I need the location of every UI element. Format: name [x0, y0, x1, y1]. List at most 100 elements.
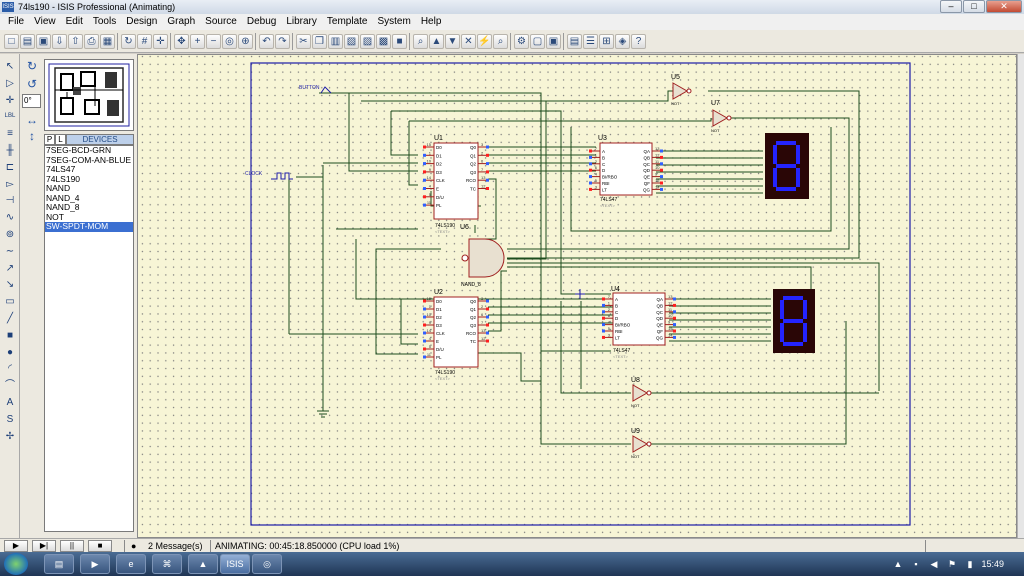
rotation-angle-field[interactable]: 0° — [22, 94, 41, 108]
goto-sheet-icon[interactable]: ▤ — [567, 34, 582, 49]
rotate-ccw-icon[interactable]: ↺ — [23, 76, 41, 92]
tray-volume-icon[interactable]: ◀ — [928, 558, 940, 570]
tray-power-icon[interactable]: ▮ — [964, 558, 976, 570]
refresh-icon[interactable]: ↻ — [121, 34, 136, 49]
redo-icon[interactable]: ↷ — [275, 34, 290, 49]
make-device-icon[interactable]: ▲ — [429, 34, 444, 49]
path-icon[interactable]: ⌒ — [2, 379, 18, 392]
pick-devices-tab[interactable]: P — [44, 134, 55, 145]
menu-edit[interactable]: Edit — [61, 14, 88, 30]
tray-flag-icon[interactable]: ⚑ — [946, 558, 958, 570]
import-icon[interactable]: ⇩ — [52, 34, 67, 49]
new-file-icon[interactable]: □ — [4, 34, 19, 49]
library-manager-tab[interactable]: L — [55, 134, 66, 145]
menu-system[interactable]: System — [372, 14, 415, 30]
circle-icon[interactable]: ● — [2, 346, 18, 359]
device-item-selected[interactable]: SW-SPDT-MOM — [45, 221, 133, 232]
arc-icon[interactable]: ◜ — [2, 362, 18, 375]
schematic-canvas[interactable]: BUTTON CLOCK U1 74LS190 <TEXT> D0 15 D1 1 D2… — [137, 54, 1017, 538]
stop-button[interactable]: ■ — [88, 540, 112, 552]
step-button[interactable]: ▶| — [32, 540, 56, 552]
grid-icon[interactable]: # — [137, 34, 152, 49]
wire-label-icon[interactable]: LBL — [2, 110, 18, 123]
undo-icon[interactable]: ↶ — [259, 34, 274, 49]
tape-recorder-icon[interactable]: ⊚ — [2, 228, 18, 241]
virtual-instrument-icon[interactable]: ▭ — [2, 295, 18, 308]
design-explorer-icon[interactable]: ◈ — [615, 34, 630, 49]
block-copy-icon[interactable]: ▧ — [344, 34, 359, 49]
menu-library[interactable]: Library — [281, 14, 322, 30]
text-script-icon[interactable]: ≡ — [2, 127, 18, 140]
folder-icon[interactable]: ▤ — [44, 554, 74, 574]
isis-taskbar-button[interactable]: ISIS — [220, 554, 250, 574]
menu-file[interactable]: File — [3, 14, 29, 30]
mirror-y-icon[interactable]: ↕ — [23, 128, 41, 144]
pause-button[interactable]: || — [60, 540, 84, 552]
network-icon[interactable]: ⌘ — [152, 554, 182, 574]
text-icon[interactable]: A — [2, 396, 18, 409]
line-icon[interactable]: ╱ — [2, 312, 18, 325]
canvas-scrollbar[interactable] — [1017, 54, 1024, 538]
block-delete-icon[interactable]: ■ — [392, 34, 407, 49]
selection-icon[interactable]: ↖ — [2, 60, 18, 73]
help-icon[interactable]: ? — [631, 34, 646, 49]
overview-window[interactable] — [44, 59, 134, 131]
menu-tools[interactable]: Tools — [88, 14, 121, 30]
netlist-icon[interactable]: ⊞ — [599, 34, 614, 49]
media-player-icon[interactable]: ▶ — [80, 554, 110, 574]
device-pin-icon[interactable]: ⊣ — [2, 194, 18, 207]
remove-sheet-icon[interactable]: ▣ — [546, 34, 561, 49]
pan-icon[interactable]: ✥ — [174, 34, 189, 49]
block-rotate-icon[interactable]: ▩ — [376, 34, 391, 49]
junction-icon[interactable]: ✛ — [2, 94, 18, 107]
menu-help[interactable]: Help — [416, 14, 447, 30]
play-button[interactable]: ▶ — [4, 540, 28, 552]
menu-debug[interactable]: Debug — [242, 14, 281, 30]
tray-network-icon[interactable]: ▪ — [910, 558, 922, 570]
menu-graph[interactable]: Graph — [162, 14, 200, 30]
open-folder-icon[interactable]: ▤ — [20, 34, 35, 49]
rotate-cw-icon[interactable]: ↻ — [23, 58, 41, 74]
terminal-icon[interactable]: ▻ — [2, 178, 18, 191]
seven-segment-display-lower[interactable] — [773, 289, 815, 353]
zoom-all-icon[interactable]: ◎ — [222, 34, 237, 49]
zoom-area-icon[interactable]: ⊕ — [238, 34, 253, 49]
close-button[interactable]: ✕ — [986, 0, 1022, 13]
paste-icon[interactable]: ▥ — [328, 34, 343, 49]
ie-icon[interactable]: e — [116, 554, 146, 574]
seven-segment-display-upper[interactable] — [765, 133, 809, 199]
taskbar-clock[interactable]: 15:49 — [981, 552, 1004, 576]
save-icon[interactable]: ▣ — [36, 34, 51, 49]
menu-source[interactable]: Source — [200, 14, 242, 30]
menu-design[interactable]: Design — [121, 14, 162, 30]
block-move-icon[interactable]: ▨ — [360, 34, 375, 49]
proteus-icon[interactable]: ◎ — [252, 554, 282, 574]
pick-device-icon[interactable]: ⌕ — [413, 34, 428, 49]
maximize-button[interactable]: □ — [963, 0, 985, 13]
menu-template[interactable]: Template — [322, 14, 373, 30]
minimize-button[interactable]: – — [940, 0, 962, 13]
message-count[interactable]: 2 Message(s) — [148, 539, 203, 553]
new-sheet-icon[interactable]: ▢ — [530, 34, 545, 49]
zoom-in-icon[interactable]: + — [190, 34, 205, 49]
wire-autorouter-icon[interactable]: ⚡ — [477, 34, 492, 49]
component-icon[interactable]: ▷ — [2, 77, 18, 90]
origin-icon[interactable]: ✛ — [153, 34, 168, 49]
menu-view[interactable]: View — [29, 14, 61, 30]
package-icon[interactable]: ▼ — [445, 34, 460, 49]
bom-icon[interactable]: ☰ — [583, 34, 598, 49]
marker-icon[interactable]: ✢ — [2, 430, 18, 443]
export-icon[interactable]: ⇧ — [68, 34, 83, 49]
mirror-x-icon[interactable]: ↔ — [23, 112, 41, 128]
box-icon[interactable]: ■ — [2, 329, 18, 342]
voltage-probe-icon[interactable]: ↗ — [2, 262, 18, 275]
graph-icon[interactable]: ∿ — [2, 211, 18, 224]
property-tool-icon[interactable]: ⚙ — [514, 34, 529, 49]
search-tag-icon[interactable]: ⌕ — [493, 34, 508, 49]
decompose-icon[interactable]: ✕ — [461, 34, 476, 49]
print-setup-icon[interactable]: ▦ — [100, 34, 115, 49]
vlc-icon[interactable]: ▲ — [188, 554, 218, 574]
bus-icon[interactable]: ╫ — [2, 144, 18, 157]
start-button[interactable] — [4, 553, 28, 575]
subcircuit-icon[interactable]: ⊏ — [2, 161, 18, 174]
